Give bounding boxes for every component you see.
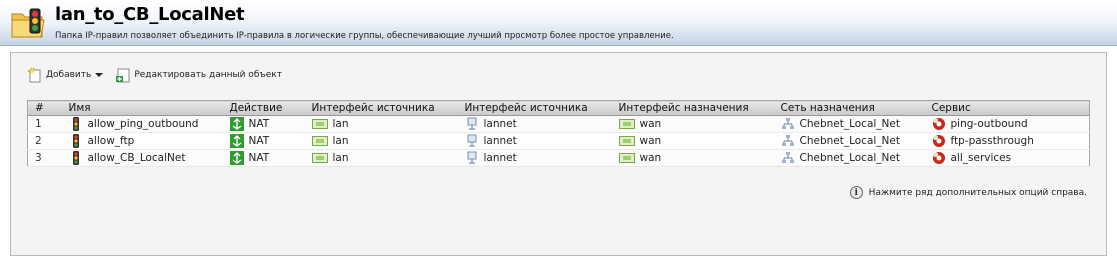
column-header-action[interactable]: Действие: [222, 100, 305, 116]
rule-name[interactable]: allow_CB_LocalNet: [88, 152, 186, 164]
rule-action: NAT: [248, 135, 270, 147]
add-button[interactable]: Добавить: [27, 67, 104, 83]
service-name: ping-outbound: [950, 118, 1028, 130]
ethernet-port-icon: [618, 119, 635, 129]
network-address-icon: [467, 151, 476, 164]
network-address-icon: [467, 134, 476, 147]
service-gear-icon: [932, 118, 945, 130]
network-tree-icon: [781, 152, 794, 163]
destination-network: Chebnet_Local_Net: [799, 118, 901, 130]
edit-object-label: Редактировать данный объект: [134, 70, 282, 80]
rule-action: NAT: [248, 118, 270, 130]
source-interface: lan: [332, 118, 349, 130]
toolbar: Добавить Редактировать данный объект: [27, 67, 282, 83]
destination-interface: wan: [639, 152, 662, 164]
edit-object-icon: [116, 68, 130, 83]
table-row[interactable]: 3 allow_CB_LocalNet NAT lan lannet wan C…: [27, 149, 1090, 167]
network-address-icon: [467, 117, 476, 130]
service-name: all_services: [950, 152, 1012, 164]
column-header-name[interactable]: Имя: [61, 100, 223, 116]
service-gear-icon: [932, 152, 945, 164]
rules-table: # Имя Действие Интерфейс источника Интер…: [27, 100, 1090, 167]
nat-icon: [229, 151, 244, 165]
source-interface: lan: [332, 152, 349, 164]
content-panel: Добавить Редактировать данный объект # И…: [10, 52, 1107, 256]
traffic-light-icon: [72, 117, 79, 131]
column-header-number[interactable]: #: [27, 100, 62, 116]
service-name: ftp-passthrough: [950, 135, 1034, 147]
traffic-light-icon: [72, 151, 79, 165]
edit-object-button[interactable]: Редактировать данный объект: [115, 67, 282, 83]
row-number: 3: [27, 149, 62, 167]
service-gear-icon: [932, 135, 945, 147]
destination-network: Chebnet_Local_Net: [799, 135, 901, 147]
column-header-service[interactable]: Сервис: [924, 100, 1090, 116]
destination-interface: wan: [639, 135, 662, 147]
page-header: lan_to_CB_LocalNet Папка IP-правил позво…: [0, 0, 1117, 46]
chevron-down-icon: [95, 73, 104, 77]
table-row[interactable]: 1 allow_ping_outbound NAT lan lannet wan: [27, 115, 1090, 133]
info-hint: i Нажмите ряд дополнительных опций справ…: [849, 186, 1087, 199]
traffic-light-icon: [72, 134, 79, 148]
page-subtitle: Папка IP-правил позволяет объединить IP-…: [55, 31, 674, 41]
nat-icon: [229, 117, 244, 131]
table-header-row: # Имя Действие Интерфейс источника Интер…: [27, 100, 1090, 116]
row-number: 1: [27, 115, 62, 133]
row-number: 2: [27, 132, 62, 150]
info-icon: i: [849, 186, 863, 199]
folder-traffic-light-icon: [11, 8, 45, 38]
network-tree-icon: [781, 118, 794, 129]
destination-network: Chebnet_Local_Net: [799, 152, 901, 164]
nat-icon: [229, 134, 244, 148]
add-button-label: Добавить: [46, 70, 92, 80]
ethernet-port-icon: [311, 119, 328, 129]
column-header-source-interface[interactable]: Интерфейс источника: [304, 100, 458, 116]
source-network: lannet: [483, 118, 517, 130]
column-header-destination-network[interactable]: Сеть назначения: [773, 100, 925, 116]
source-network: lannet: [483, 152, 517, 164]
network-tree-icon: [781, 135, 794, 146]
rule-action: NAT: [248, 152, 270, 164]
source-network: lannet: [483, 135, 517, 147]
ethernet-port-icon: [618, 153, 635, 163]
info-hint-text: Нажмите ряд дополнительных опций справа.: [868, 187, 1087, 198]
rule-name[interactable]: allow_ftp: [88, 135, 135, 147]
column-header-destination-interface[interactable]: Интерфейс назначения: [611, 100, 774, 116]
ethernet-port-icon: [618, 136, 635, 146]
rule-name[interactable]: allow_ping_outbound: [88, 118, 199, 130]
column-header-source-network[interactable]: Интерфейс источника: [457, 100, 612, 116]
destination-interface: wan: [639, 118, 662, 130]
ethernet-port-icon: [311, 153, 328, 163]
new-item-icon: [27, 67, 41, 83]
source-interface: lan: [332, 135, 349, 147]
table-row[interactable]: 2 allow_ftp NAT lan lannet wan Chebnet_L…: [27, 132, 1090, 150]
ethernet-port-icon: [311, 136, 328, 146]
page-title: lan_to_CB_LocalNet: [55, 4, 245, 25]
